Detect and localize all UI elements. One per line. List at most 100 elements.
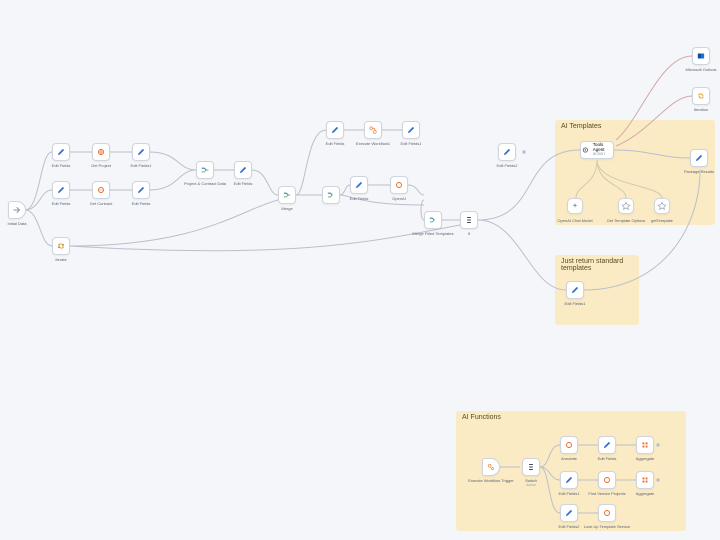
node-label: Get Project: [91, 163, 111, 168]
merge-icon: [428, 215, 438, 225]
node-edit-fields-floating[interactable]: Edit Fields2: [498, 143, 516, 161]
pencil-icon: [238, 165, 248, 175]
pencil-icon: [602, 440, 612, 450]
node-label: Edit Fields: [326, 141, 345, 146]
node-tools-agent[interactable]: Tools Agent action: [580, 141, 614, 159]
node-edit-fields[interactable]: Edit Fields1: [132, 143, 150, 161]
node-label: Edit Fields: [132, 201, 151, 206]
node-label: Execute Workflow1: [356, 141, 390, 146]
node-if[interactable]: If: [460, 211, 478, 229]
http-icon: [96, 147, 106, 157]
node-label: Get Contract: [90, 201, 113, 206]
arrow-in-icon: [12, 205, 22, 215]
http-icon: [602, 508, 612, 518]
pencil-icon: [56, 147, 66, 157]
node-edit-fields[interactable]: Edit Fields1: [402, 121, 420, 139]
node-edit-fields[interactable]: Edit Fields: [598, 436, 616, 454]
node-label: Edit Fields1: [559, 491, 580, 496]
node-chat-model[interactable]: OpenAI Chat Model: [567, 198, 583, 214]
node-edit-fields[interactable]: Edit Fields: [326, 121, 344, 139]
node-get-contract[interactable]: Get Contract: [92, 181, 110, 199]
node-find-vendor-projects[interactable]: Find Vendor Projects: [598, 471, 616, 489]
node-label: Iterate: [55, 257, 66, 262]
node-package-results[interactable]: Package Results: [690, 149, 708, 167]
node-aggregate[interactable]: Aggregate: [636, 436, 654, 454]
node-merge[interactable]: Project & Contract Data: [196, 161, 214, 179]
node-edit-fields[interactable]: Edit Fields1: [560, 471, 578, 489]
node-iteration[interactable]: Iteration: [692, 87, 710, 105]
workflow-canvas[interactable]: AI Templates Just return standard templa…: [0, 0, 720, 540]
node-label: Initial Data: [8, 221, 27, 226]
loop-icon: [696, 91, 706, 101]
node-label: Aggregate: [636, 456, 654, 461]
node-initial-trigger[interactable]: Initial Data: [8, 201, 26, 219]
pencil-icon: [694, 153, 704, 163]
node-label: OpenAI Chat Model: [557, 218, 592, 223]
aggregate-icon: [640, 475, 650, 485]
workflow-icon: [368, 125, 378, 135]
node-switch[interactable]: Switch Action: [522, 458, 540, 476]
node-merge-filled[interactable]: Merge Filled Templates: [424, 211, 442, 229]
node-label: Edit Fields: [234, 181, 253, 186]
node-label: Edit Fields2: [559, 524, 580, 529]
merge-icon: [200, 165, 210, 175]
node-iterate[interactable]: Iterate: [52, 237, 70, 255]
aggregate-icon: [640, 440, 650, 450]
node-merge[interactable]: Merge: [278, 186, 296, 204]
pencil-icon: [564, 508, 574, 518]
node-label: getTemplate: [651, 218, 673, 223]
group-title: AI Templates: [561, 123, 601, 130]
node-execute-workflow[interactable]: Execute Workflow1: [364, 121, 382, 139]
merge-icon: [326, 190, 336, 200]
node-label: Look Up Template Service: [584, 524, 631, 529]
group-title: AI Functions: [462, 414, 501, 421]
node-label: Execute Workflow Trigger: [468, 478, 514, 483]
node-label: OpenAI: [392, 196, 406, 201]
pencil-icon: [56, 185, 66, 195]
node-label: Edit Fields1: [401, 141, 422, 146]
pencil-icon: [406, 125, 416, 135]
merge-icon: [282, 190, 292, 200]
http-icon: [602, 475, 612, 485]
node-edit-fields[interactable]: Edit Fields: [132, 181, 150, 199]
node-get-project[interactable]: Get Project: [92, 143, 110, 161]
tool-icon: [657, 201, 667, 211]
node-label: Aggregate: [636, 491, 654, 496]
node-edit-fields[interactable]: Edit Fields: [350, 176, 368, 194]
pencil-icon: [354, 180, 364, 190]
node-microsoft-outlook[interactable]: Microsoft Outlook: [692, 47, 710, 65]
sparkle-icon: [570, 201, 580, 211]
node-label: Edit Fields: [350, 196, 369, 201]
node-aggregate[interactable]: Aggregate: [636, 471, 654, 489]
node-edit-fields[interactable]: Edit Fields1: [566, 281, 584, 299]
node-edit-fields[interactable]: Edit Fields2: [560, 504, 578, 522]
node-get-template-options[interactable]: Get Template Options: [618, 198, 634, 214]
node-get-template[interactable]: getTemplate: [654, 198, 670, 214]
http-icon: [564, 440, 574, 450]
node-edit-fields[interactable]: Edit Fields: [52, 181, 70, 199]
node-subtitle: Action: [526, 483, 536, 487]
branch-icon: [526, 462, 536, 472]
http-icon: [394, 180, 404, 190]
node-label: Iteration: [694, 107, 708, 112]
node-label: If: [468, 231, 470, 236]
pencil-icon: [564, 475, 574, 485]
node-edit-fields[interactable]: Edit Fields: [234, 161, 252, 179]
node-openai[interactable]: OpenAI: [390, 176, 408, 194]
pencil-icon: [330, 125, 340, 135]
node-label: Edit Fields1: [131, 163, 152, 168]
node-label: Edit Fields: [598, 456, 617, 461]
node-annotate[interactable]: Annotate: [560, 436, 578, 454]
node-lookup-template-service[interactable]: Look Up Template Service: [598, 504, 616, 522]
node-merge-secondary[interactable]: [322, 186, 340, 204]
pencil-icon: [136, 147, 146, 157]
pencil-icon: [502, 147, 512, 157]
pencil-icon: [136, 185, 146, 195]
node-label: Merge: [281, 206, 292, 211]
node-label: Edit Fields: [52, 201, 71, 206]
outlook-icon: [696, 51, 706, 61]
node-label: Edit Fields1: [565, 301, 586, 306]
node-execute-workflow-trigger[interactable]: Execute Workflow Trigger: [482, 458, 500, 476]
node-label: Find Vendor Projects: [588, 491, 625, 496]
node-edit-fields[interactable]: Edit Fields: [52, 143, 70, 161]
